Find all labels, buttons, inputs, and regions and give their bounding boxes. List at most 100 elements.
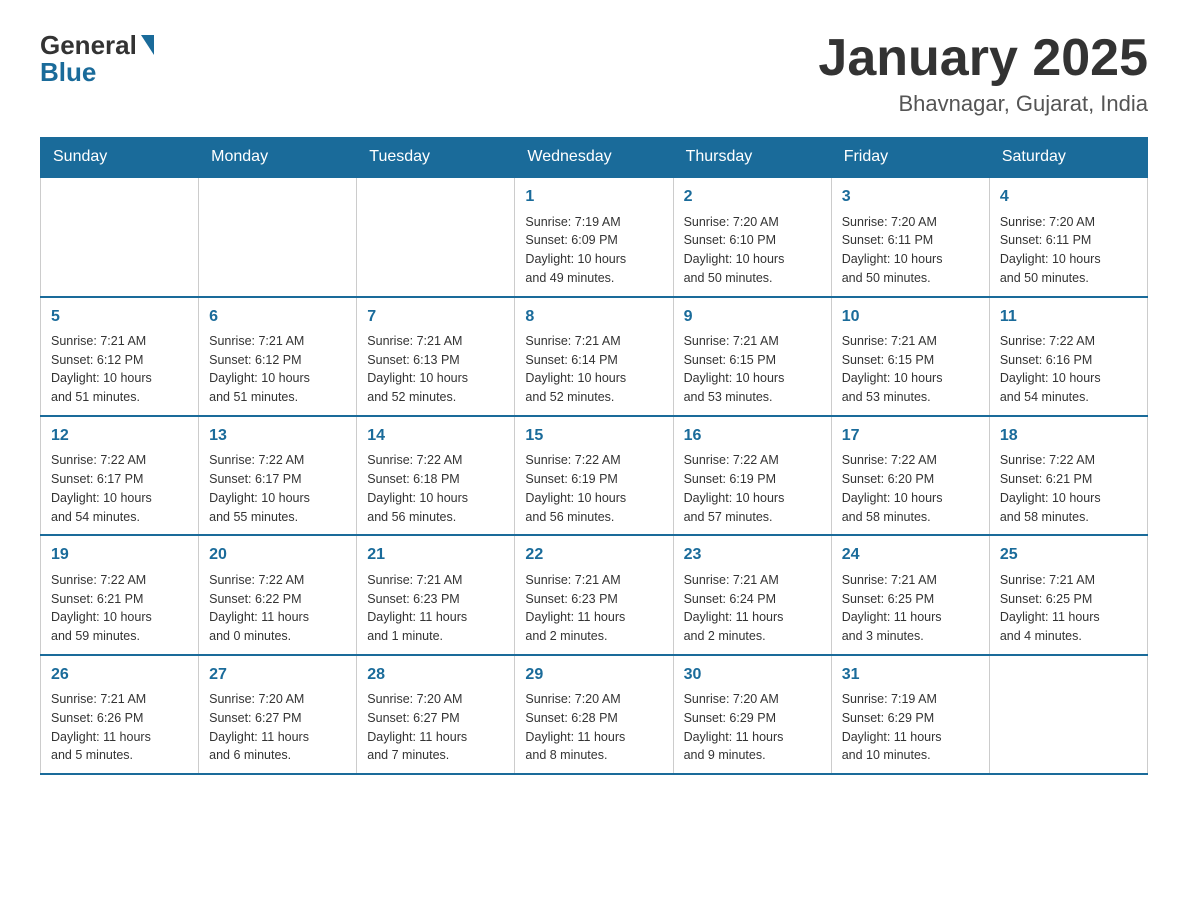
day-info: Sunrise: 7:22 AM Sunset: 6:19 PM Dayligh… [684, 451, 821, 526]
calendar-header-tuesday: Tuesday [357, 138, 515, 178]
calendar-cell: 2 Sunrise: 7:20 AM Sunset: 6:10 PM Daylig… [673, 177, 831, 296]
day-info: Sunrise: 7:21 AM Sunset: 6:23 PM Dayligh… [367, 571, 504, 646]
calendar-cell [357, 177, 515, 296]
title-block: January 2025 Bhavnagar, Gujarat, India [818, 30, 1148, 117]
calendar-cell: 19 Sunrise: 7:22 AM Sunset: 6:21 PM Dayli… [41, 535, 199, 654]
calendar-cell: 30 Sunrise: 7:20 AM Sunset: 6:29 PM Dayli… [673, 655, 831, 774]
day-number: 29 [525, 664, 662, 686]
calendar-cell: 3 Sunrise: 7:20 AM Sunset: 6:11 PM Daylig… [831, 177, 989, 296]
day-number: 13 [209, 425, 346, 447]
day-number: 7 [367, 306, 504, 328]
day-number: 5 [51, 306, 188, 328]
day-info: Sunrise: 7:20 AM Sunset: 6:11 PM Dayligh… [1000, 213, 1137, 288]
calendar-cell [989, 655, 1147, 774]
calendar-cell: 17Sunrise: 7:22 AM Sunset: 6:20 PM Dayli… [831, 416, 989, 535]
day-number: 27 [209, 664, 346, 686]
day-info: Sunrise: 7:21 AM Sunset: 6:25 PM Dayligh… [842, 571, 979, 646]
calendar-cell: 27 Sunrise: 7:20 AM Sunset: 6:27 PM Dayli… [199, 655, 357, 774]
calendar-cell: 20 Sunrise: 7:22 AM Sunset: 6:22 PM Dayli… [199, 535, 357, 654]
day-number: 10 [842, 306, 979, 328]
calendar-week-row: 12 Sunrise: 7:22 AM Sunset: 6:17 PM Dayli… [41, 416, 1148, 535]
day-number: 12 [51, 425, 188, 447]
day-number: 24 [842, 544, 979, 566]
calendar-cell: 13 Sunrise: 7:22 AM Sunset: 6:17 PM Dayli… [199, 416, 357, 535]
day-number: 15 [525, 425, 662, 447]
day-info: Sunrise: 7:21 AM Sunset: 6:24 PM Dayligh… [684, 571, 821, 646]
day-number: 28 [367, 664, 504, 686]
calendar-week-row: 19 Sunrise: 7:22 AM Sunset: 6:21 PM Dayli… [41, 535, 1148, 654]
day-number: 1 [525, 186, 662, 208]
calendar-week-row: 1 Sunrise: 7:19 AM Sunset: 6:09 PM Daylig… [41, 177, 1148, 296]
day-info: Sunrise: 7:20 AM Sunset: 6:27 PM Dayligh… [209, 690, 346, 765]
day-info: Sunrise: 7:21 AM Sunset: 6:25 PM Dayligh… [1000, 571, 1137, 646]
day-number: 6 [209, 306, 346, 328]
day-info: Sunrise: 7:20 AM Sunset: 6:28 PM Dayligh… [525, 690, 662, 765]
calendar-cell: 24 Sunrise: 7:21 AM Sunset: 6:25 PM Dayli… [831, 535, 989, 654]
day-number: 19 [51, 544, 188, 566]
day-number: 26 [51, 664, 188, 686]
day-number: 9 [684, 306, 821, 328]
day-number: 23 [684, 544, 821, 566]
calendar-cell [41, 177, 199, 296]
day-number: 3 [842, 186, 979, 208]
calendar-cell: 26 Sunrise: 7:21 AM Sunset: 6:26 PM Dayli… [41, 655, 199, 774]
calendar-cell: 25 Sunrise: 7:21 AM Sunset: 6:25 PM Dayli… [989, 535, 1147, 654]
day-info: Sunrise: 7:20 AM Sunset: 6:27 PM Dayligh… [367, 690, 504, 765]
day-number: 17 [842, 425, 979, 447]
calendar-table: SundayMondayTuesdayWednesdayThursdayFrid… [40, 137, 1148, 775]
day-info: Sunrise: 7:19 AM Sunset: 6:09 PM Dayligh… [525, 213, 662, 288]
calendar-cell: 10 Sunrise: 7:21 AM Sunset: 6:15 PM Dayli… [831, 297, 989, 416]
day-info: Sunrise: 7:22 AM Sunset: 6:22 PM Dayligh… [209, 571, 346, 646]
calendar-cell: 4Sunrise: 7:20 AM Sunset: 6:11 PM Daylig… [989, 177, 1147, 296]
calendar-header-saturday: Saturday [989, 138, 1147, 178]
day-info: Sunrise: 7:22 AM Sunset: 6:17 PM Dayligh… [209, 451, 346, 526]
logo-arrow-icon [141, 35, 154, 55]
day-number: 22 [525, 544, 662, 566]
calendar-cell: 15 Sunrise: 7:22 AM Sunset: 6:19 PM Dayli… [515, 416, 673, 535]
day-info: Sunrise: 7:20 AM Sunset: 6:11 PM Dayligh… [842, 213, 979, 288]
day-info: Sunrise: 7:21 AM Sunset: 6:15 PM Dayligh… [842, 332, 979, 407]
day-number: 30 [684, 664, 821, 686]
calendar-week-row: 5 Sunrise: 7:21 AM Sunset: 6:12 PM Daylig… [41, 297, 1148, 416]
calendar-cell: 31Sunrise: 7:19 AM Sunset: 6:29 PM Dayli… [831, 655, 989, 774]
calendar-cell: 11Sunrise: 7:22 AM Sunset: 6:16 PM Dayli… [989, 297, 1147, 416]
day-number: 21 [367, 544, 504, 566]
day-info: Sunrise: 7:22 AM Sunset: 6:21 PM Dayligh… [1000, 451, 1137, 526]
calendar-cell: 6 Sunrise: 7:21 AM Sunset: 6:12 PM Daylig… [199, 297, 357, 416]
logo: General Blue [40, 30, 154, 88]
day-number: 20 [209, 544, 346, 566]
day-number: 25 [1000, 544, 1137, 566]
day-info: Sunrise: 7:20 AM Sunset: 6:29 PM Dayligh… [684, 690, 821, 765]
day-info: Sunrise: 7:21 AM Sunset: 6:15 PM Dayligh… [684, 332, 821, 407]
day-info: Sunrise: 7:20 AM Sunset: 6:10 PM Dayligh… [684, 213, 821, 288]
day-number: 18 [1000, 425, 1137, 447]
page-header: General Blue January 2025 Bhavnagar, Guj… [40, 30, 1148, 117]
logo-blue-text: Blue [40, 57, 96, 88]
calendar-header-thursday: Thursday [673, 138, 831, 178]
day-number: 14 [367, 425, 504, 447]
day-number: 16 [684, 425, 821, 447]
calendar-cell: 21 Sunrise: 7:21 AM Sunset: 6:23 PM Dayli… [357, 535, 515, 654]
calendar-cell: 18 Sunrise: 7:22 AM Sunset: 6:21 PM Dayli… [989, 416, 1147, 535]
day-info: Sunrise: 7:22 AM Sunset: 6:16 PM Dayligh… [1000, 332, 1137, 407]
month-title: January 2025 [818, 30, 1148, 87]
calendar-cell: 16 Sunrise: 7:22 AM Sunset: 6:19 PM Dayli… [673, 416, 831, 535]
calendar-cell: 7 Sunrise: 7:21 AM Sunset: 6:13 PM Daylig… [357, 297, 515, 416]
day-info: Sunrise: 7:21 AM Sunset: 6:14 PM Dayligh… [525, 332, 662, 407]
calendar-cell: 14Sunrise: 7:22 AM Sunset: 6:18 PM Dayli… [357, 416, 515, 535]
calendar-cell: 8 Sunrise: 7:21 AM Sunset: 6:14 PM Daylig… [515, 297, 673, 416]
day-info: Sunrise: 7:21 AM Sunset: 6:23 PM Dayligh… [525, 571, 662, 646]
day-info: Sunrise: 7:22 AM Sunset: 6:21 PM Dayligh… [51, 571, 188, 646]
day-number: 2 [684, 186, 821, 208]
calendar-week-row: 26 Sunrise: 7:21 AM Sunset: 6:26 PM Dayli… [41, 655, 1148, 774]
day-info: Sunrise: 7:21 AM Sunset: 6:26 PM Dayligh… [51, 690, 188, 765]
day-info: Sunrise: 7:22 AM Sunset: 6:19 PM Dayligh… [525, 451, 662, 526]
day-info: Sunrise: 7:21 AM Sunset: 6:12 PM Dayligh… [51, 332, 188, 407]
day-info: Sunrise: 7:22 AM Sunset: 6:17 PM Dayligh… [51, 451, 188, 526]
calendar-header-wednesday: Wednesday [515, 138, 673, 178]
day-info: Sunrise: 7:21 AM Sunset: 6:13 PM Dayligh… [367, 332, 504, 407]
calendar-cell: 28 Sunrise: 7:20 AM Sunset: 6:27 PM Dayli… [357, 655, 515, 774]
day-number: 8 [525, 306, 662, 328]
calendar-cell: 22 Sunrise: 7:21 AM Sunset: 6:23 PM Dayli… [515, 535, 673, 654]
day-info: Sunrise: 7:21 AM Sunset: 6:12 PM Dayligh… [209, 332, 346, 407]
